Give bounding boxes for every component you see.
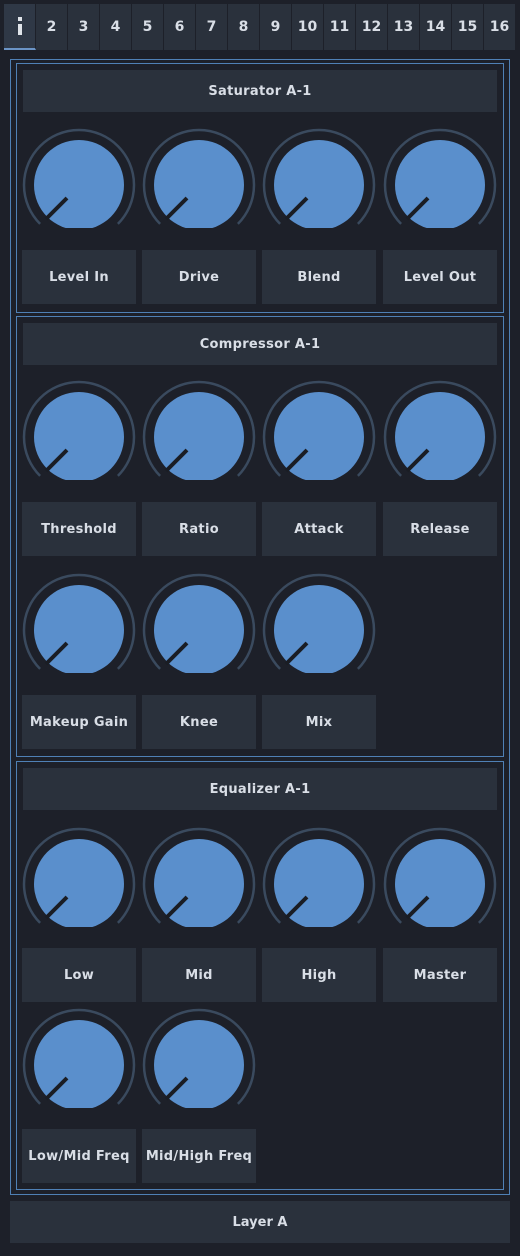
knob-dial-icon xyxy=(383,128,497,228)
drive-label: Drive xyxy=(142,250,256,304)
knob-dial-icon xyxy=(383,827,497,927)
drive-knob[interactable] xyxy=(141,128,257,228)
mid-high-freq-knob[interactable] xyxy=(141,1008,257,1108)
knob-dial-icon xyxy=(22,380,136,480)
level-out-label: Level Out xyxy=(383,250,497,304)
compressor-panel: Compressor A-1 Threshold Ratio Attack Re… xyxy=(16,316,504,757)
info-icon xyxy=(17,17,22,35)
makeup-gain-knob[interactable] xyxy=(21,573,137,673)
tab-7[interactable]: 7 xyxy=(196,4,228,50)
knob-dial-icon xyxy=(22,128,136,228)
tab-12[interactable]: 12 xyxy=(356,4,388,50)
mid-label: Mid xyxy=(142,948,256,1002)
tab-10[interactable]: 10 xyxy=(292,4,324,50)
low-mid-freq-label: Low/Mid Freq xyxy=(22,1129,136,1183)
knob-dial-icon xyxy=(22,573,136,673)
low-knob[interactable] xyxy=(21,827,137,927)
makeup-gain-label: Makeup Gain xyxy=(22,695,136,749)
low-label: Low xyxy=(22,948,136,1002)
saturator-title: Saturator A-1 xyxy=(23,70,497,112)
tab-15[interactable]: 15 xyxy=(452,4,484,50)
knob-dial-icon xyxy=(262,128,376,228)
layer-selector[interactable]: Layer A xyxy=(10,1201,510,1243)
tab-16[interactable]: 16 xyxy=(484,4,516,50)
ratio-knob[interactable] xyxy=(141,380,257,480)
knob-dial-icon xyxy=(262,827,376,927)
compressor-title: Compressor A-1 xyxy=(23,323,497,365)
tab-11[interactable]: 11 xyxy=(324,4,356,50)
blend-knob[interactable] xyxy=(261,128,377,228)
release-label: Release xyxy=(383,502,497,556)
level-out-knob[interactable] xyxy=(382,128,498,228)
knob-dial-icon xyxy=(262,573,376,673)
knob-dial-icon xyxy=(142,573,256,673)
blend-label: Blend xyxy=(262,250,376,304)
equalizer-panel: Equalizer A-1 Low Mid High Master Low/Mi… xyxy=(16,761,504,1190)
knob-dial-icon xyxy=(142,827,256,927)
low-mid-freq-knob[interactable] xyxy=(21,1008,137,1108)
tab-2[interactable]: 2 xyxy=(36,4,68,50)
knob-dial-icon xyxy=(142,128,256,228)
knob-dial-icon xyxy=(22,1008,136,1108)
attack-knob[interactable] xyxy=(261,380,377,480)
mid-knob[interactable] xyxy=(141,827,257,927)
threshold-knob[interactable] xyxy=(21,380,137,480)
saturator-panel: Saturator A-1 Level In Drive Blend Level… xyxy=(16,63,504,313)
tab-8[interactable]: 8 xyxy=(228,4,260,50)
attack-label: Attack xyxy=(262,502,376,556)
knee-knob[interactable] xyxy=(141,573,257,673)
threshold-label: Threshold xyxy=(22,502,136,556)
ratio-label: Ratio xyxy=(142,502,256,556)
knob-dial-icon xyxy=(262,380,376,480)
tab-13[interactable]: 13 xyxy=(388,4,420,50)
tab-info[interactable] xyxy=(4,4,36,50)
tab-9[interactable]: 9 xyxy=(260,4,292,50)
tab-3[interactable]: 3 xyxy=(68,4,100,50)
knob-dial-icon xyxy=(142,1008,256,1108)
tab-14[interactable]: 14 xyxy=(420,4,452,50)
knob-dial-icon xyxy=(142,380,256,480)
high-label: High xyxy=(262,948,376,1002)
tab-bar: 2 3 4 5 6 7 8 9 10 11 12 13 14 15 16 xyxy=(4,4,516,50)
tab-4[interactable]: 4 xyxy=(100,4,132,50)
mid-high-freq-label: Mid/High Freq xyxy=(142,1129,256,1183)
high-knob[interactable] xyxy=(261,827,377,927)
equalizer-title: Equalizer A-1 xyxy=(23,768,497,810)
tab-5[interactable]: 5 xyxy=(132,4,164,50)
master-label: Master xyxy=(383,948,497,1002)
release-knob[interactable] xyxy=(382,380,498,480)
master-knob[interactable] xyxy=(382,827,498,927)
mix-knob[interactable] xyxy=(261,573,377,673)
mix-label: Mix xyxy=(262,695,376,749)
knob-dial-icon xyxy=(22,827,136,927)
level-in-knob[interactable] xyxy=(21,128,137,228)
level-in-label: Level In xyxy=(22,250,136,304)
knee-label: Knee xyxy=(142,695,256,749)
tab-6[interactable]: 6 xyxy=(164,4,196,50)
knob-dial-icon xyxy=(383,380,497,480)
